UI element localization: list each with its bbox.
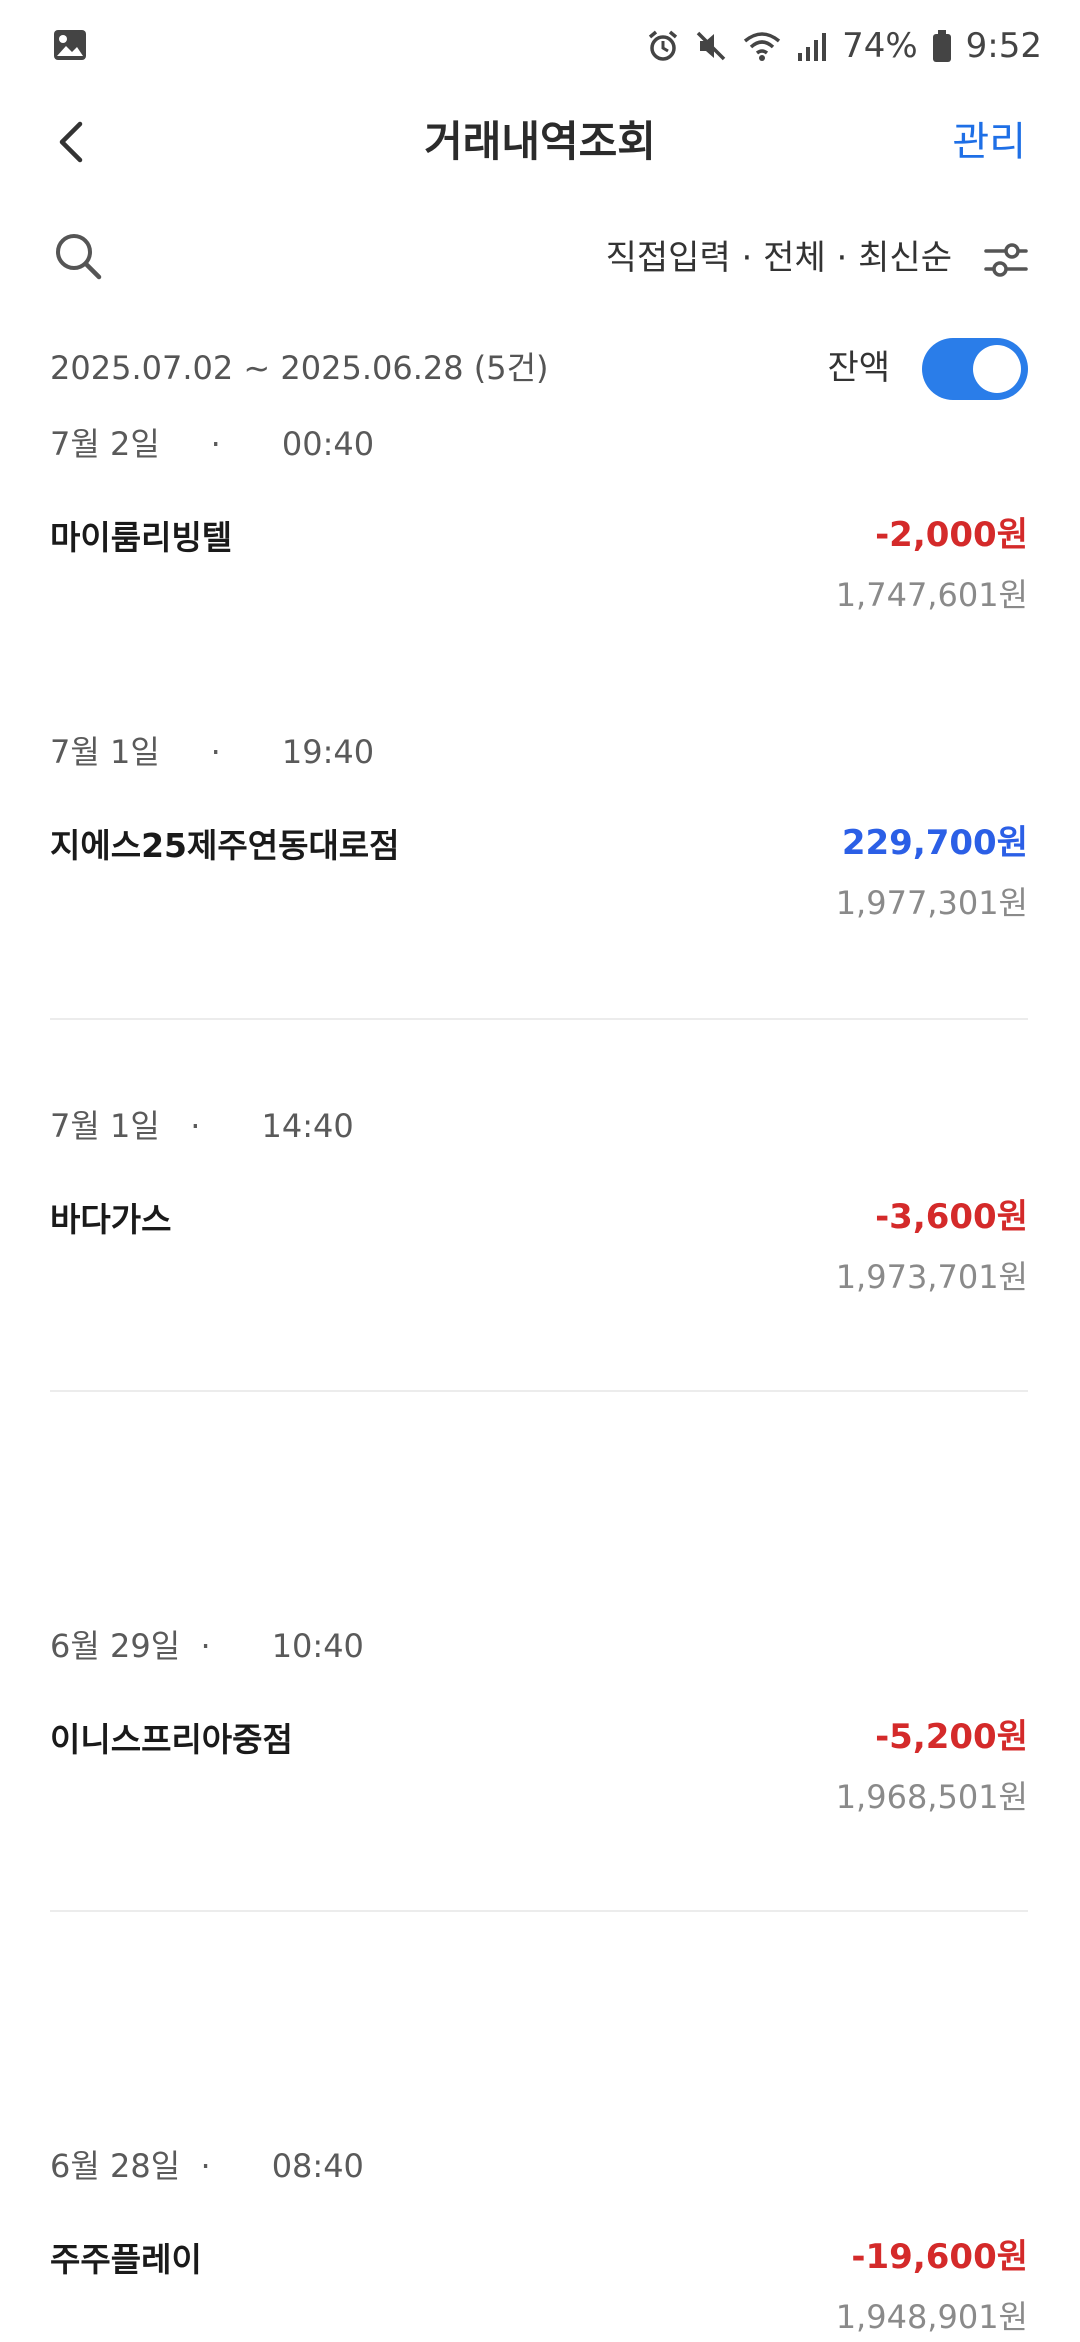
signal-icon xyxy=(798,33,827,61)
transaction-datetime: 6월 29일 · 10:40 xyxy=(50,1627,364,1665)
balance-toggle-label: 잔액 xyxy=(827,348,890,388)
transaction-datetime: 7월 1일 · 19:40 xyxy=(50,733,375,771)
gallery-icon xyxy=(54,30,86,60)
transaction-name: 마이룸리빙텔 xyxy=(50,518,233,557)
transaction-time: 14:40 xyxy=(261,1107,354,1145)
wifi-icon xyxy=(743,32,781,61)
transaction-time: 00:40 xyxy=(281,425,375,463)
transaction-date: 7월 2일 xyxy=(50,425,160,463)
transaction-date: 7월 1일 xyxy=(50,1107,160,1145)
transaction-balance: 1,968,501원 xyxy=(835,1778,1028,1816)
transaction-name: 바다가스 xyxy=(50,1200,172,1239)
filter-settings-button[interactable] xyxy=(980,234,1032,286)
transaction-time: 10:40 xyxy=(271,1627,364,1665)
transaction-time: 08:40 xyxy=(271,2147,364,2185)
filter-summary-button[interactable]: 직접입력 · 전체 · 최신순 xyxy=(606,232,952,284)
search-button[interactable] xyxy=(50,228,108,286)
back-button[interactable] xyxy=(42,112,102,172)
mute-icon xyxy=(696,31,726,61)
divider xyxy=(50,1018,1028,1020)
transaction-name: 이니스프리아중점 xyxy=(50,1720,293,1759)
transaction-datetime: 6월 28일 · 08:40 xyxy=(50,2147,364,2185)
transaction-date: 6월 28일 xyxy=(50,2147,181,2185)
status-bar: 74% 9:52 xyxy=(0,0,1080,92)
chevron-left-icon xyxy=(59,121,83,163)
transaction-balance: 1,747,601원 xyxy=(835,576,1028,614)
transaction-name: 주주플레이 xyxy=(50,2240,202,2279)
balance-toggle[interactable] xyxy=(922,338,1028,400)
status-icons: 74% 9:52 xyxy=(646,22,1042,70)
alarm-icon xyxy=(648,30,678,61)
transaction-date: 7월 1일 xyxy=(50,733,160,771)
transaction-balance: 1,948,901원 xyxy=(835,2298,1028,2336)
toggle-knob xyxy=(973,345,1021,393)
battery-percent: 74% xyxy=(842,26,918,66)
divider xyxy=(50,1910,1028,1912)
battery-icon xyxy=(932,30,951,62)
transaction-amount: 229,700원 xyxy=(841,823,1028,863)
transaction-datetime: 7월 2일 · 00:40 xyxy=(50,425,375,463)
page-title: 거래내역조회 xyxy=(424,117,656,166)
filter-sliders-icon xyxy=(984,243,1028,277)
divider xyxy=(50,1390,1028,1392)
transaction-datetime: 7월 1일 · 14:40 xyxy=(50,1107,354,1145)
transaction-date: 6월 29일 xyxy=(50,1627,181,1665)
transaction-amount: -2,000원 xyxy=(875,515,1028,555)
clock: 9:52 xyxy=(965,26,1042,66)
transaction-balance: 1,973,701원 xyxy=(835,1258,1028,1296)
transaction-time: 19:40 xyxy=(281,733,375,771)
transaction-name: 지에스25제주연동대로점 xyxy=(50,826,400,865)
transaction-amount: -3,600원 xyxy=(875,1197,1028,1237)
manage-button[interactable]: 관리 xyxy=(952,112,1026,172)
date-range: 2025.07.02 ~ 2025.06.28 (5건) xyxy=(50,349,549,387)
transaction-balance: 1,977,301원 xyxy=(835,884,1028,922)
transaction-amount: -5,200원 xyxy=(875,1717,1028,1757)
search-icon xyxy=(56,234,102,280)
transaction-amount: -19,600원 xyxy=(851,2237,1028,2277)
